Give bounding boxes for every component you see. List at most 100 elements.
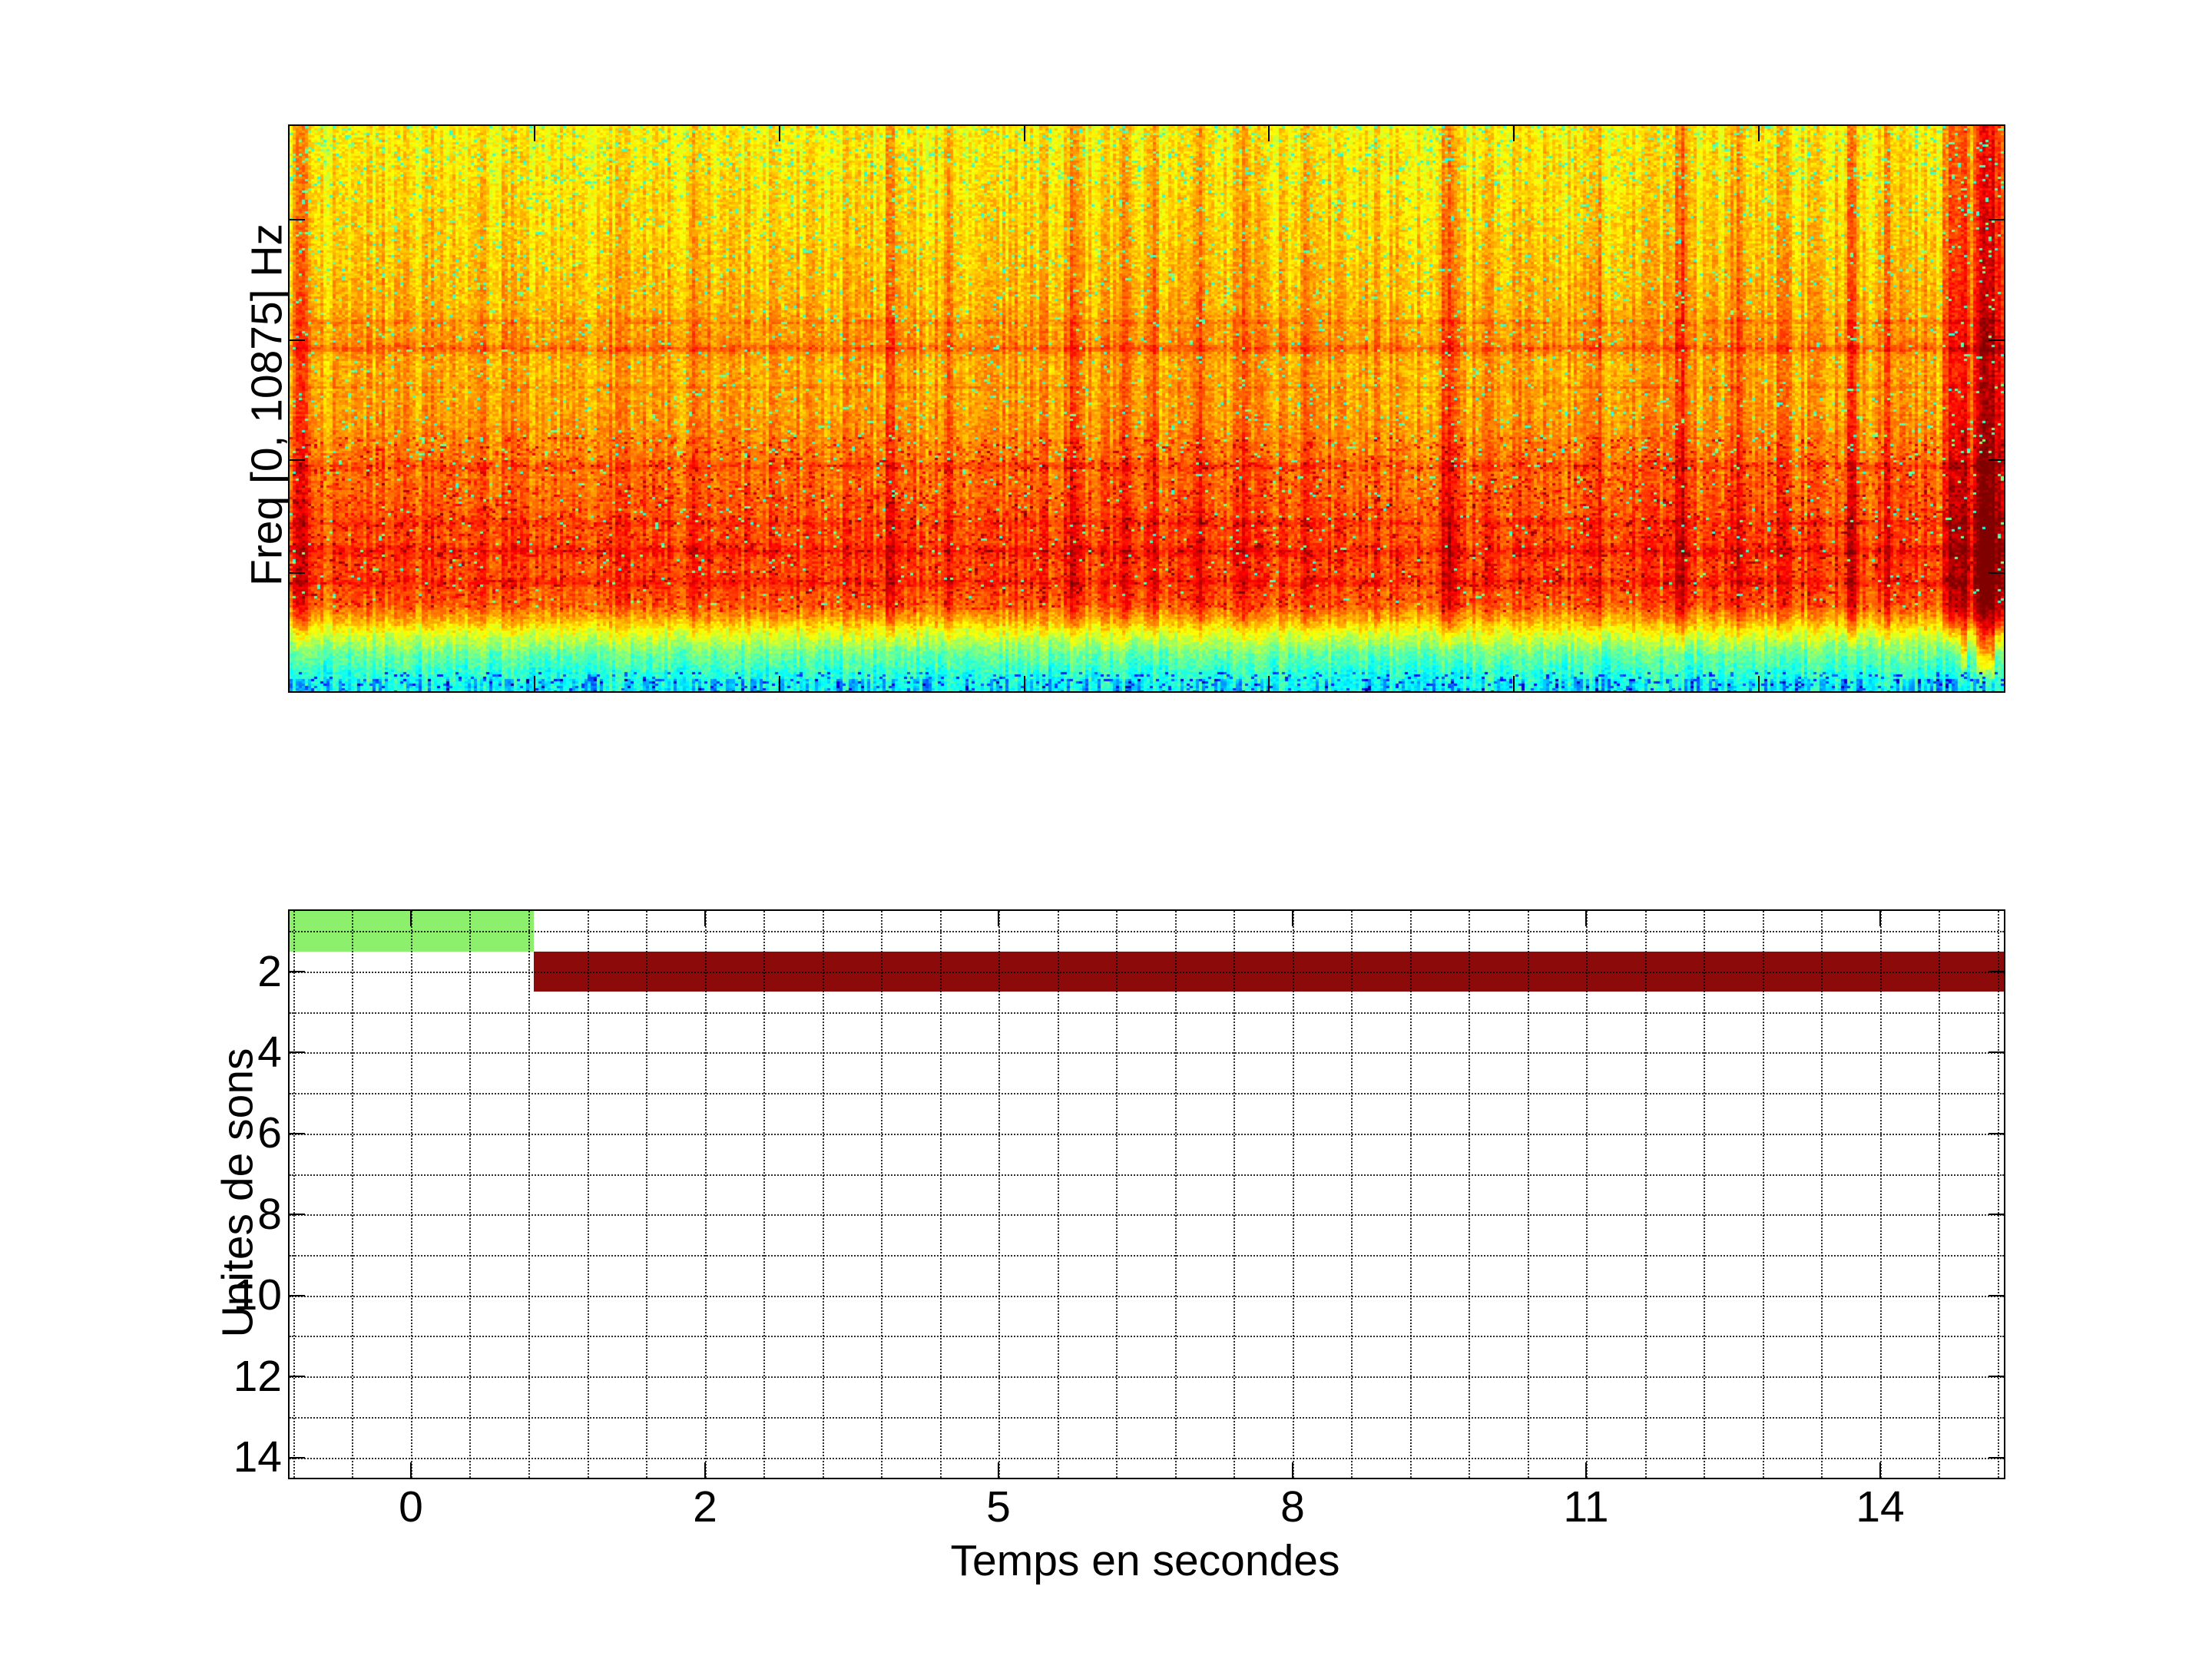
grid-line-horizontal (290, 1133, 2004, 1135)
grid-line-vertical (469, 911, 472, 1478)
grid-line-horizontal (290, 1376, 2004, 1379)
x-tick-mark (1513, 676, 1515, 691)
y-tick-mark (290, 1456, 305, 1459)
grid-line-vertical (1057, 911, 1059, 1478)
x-tick-mark (1879, 911, 1881, 926)
x-tick-mark (1268, 126, 1270, 141)
x-tick-mark (410, 911, 412, 926)
grid-line-vertical (352, 911, 354, 1478)
grid-line-vertical (1939, 911, 1941, 1478)
x-tick-mark (998, 1462, 999, 1478)
grid-line-horizontal (290, 972, 2004, 974)
x-tick-mark (410, 1462, 412, 1478)
x-tick-mark (1585, 911, 1587, 926)
x-tick-mark (1758, 126, 1760, 141)
x-tick-mark (1292, 911, 1293, 926)
grid-line-vertical (1997, 911, 1999, 1478)
x-tick-mark (1513, 126, 1515, 141)
grid-line-vertical (939, 911, 942, 1478)
matlab-figure: Freq [0, 10875] Hz Unites de sons 0 2 5 8 11… (0, 0, 2212, 1659)
x-tick-mark (534, 126, 535, 141)
x-tick-mark (1292, 1462, 1293, 1478)
grid-line-horizontal (290, 1416, 2004, 1419)
grid-line-horizontal (290, 1457, 2004, 1459)
spectrogram-y-axis-label: Freq [0, 10875] Hz (242, 223, 292, 587)
grid-line-vertical (998, 911, 1001, 1478)
grid-line-vertical (763, 911, 766, 1478)
grid-line-vertical (1351, 911, 1353, 1478)
x-tick-label: 2 (693, 1482, 717, 1532)
units-plot (288, 909, 2005, 1479)
x-tick-mark (704, 911, 706, 926)
grid-line-vertical (1879, 911, 1882, 1478)
grid-line-vertical (1704, 911, 1706, 1478)
y-tick-mark (290, 459, 305, 461)
x-tick-mark (998, 911, 999, 926)
units-x-axis-label: Temps en secondes (950, 1536, 1340, 1585)
grid-line-vertical (1586, 911, 1588, 1478)
spectrogram-canvas (290, 126, 2004, 691)
x-tick-mark (1758, 676, 1760, 691)
spectrogram-plot (288, 124, 2005, 693)
x-tick-mark (1024, 676, 1025, 691)
x-tick-mark (779, 676, 780, 691)
y-tick-mark (290, 219, 305, 220)
y-tick-label: 2 (257, 946, 282, 996)
y-tick-mark (1988, 1294, 2004, 1296)
y-tick-label: 6 (257, 1108, 282, 1158)
y-tick-mark (290, 1294, 305, 1296)
y-tick-mark (290, 971, 305, 973)
grid-line-vertical (1233, 911, 1236, 1478)
y-tick-mark (290, 572, 305, 574)
y-tick-mark (1988, 459, 2004, 461)
y-tick-mark (290, 1132, 305, 1134)
grid-line-horizontal (290, 1052, 2004, 1055)
grid-line-vertical (1409, 911, 1412, 1478)
x-tick-mark (1879, 1462, 1881, 1478)
grid-line-vertical (587, 911, 589, 1478)
x-tick-label: 14 (1856, 1482, 1905, 1532)
y-tick-mark (1988, 1376, 2004, 1378)
x-tick-label: 5 (986, 1482, 1011, 1532)
x-tick-mark (534, 676, 535, 691)
y-tick-mark (1988, 339, 2004, 341)
grid-line-horizontal (290, 1012, 2004, 1014)
grid-line-vertical (881, 911, 883, 1478)
x-tick-mark (1585, 1462, 1587, 1478)
y-tick-label: 12 (233, 1351, 282, 1401)
grid-line-horizontal (290, 1295, 2004, 1297)
grid-line-vertical (1116, 911, 1118, 1478)
y-tick-mark (290, 339, 305, 341)
grid-line-vertical (1821, 911, 1823, 1478)
y-tick-mark (1988, 572, 2004, 574)
y-tick-mark (290, 1214, 305, 1216)
x-tick-mark (779, 126, 780, 141)
y-tick-label: 10 (233, 1270, 282, 1320)
grid-line-vertical (1292, 911, 1294, 1478)
x-tick-mark (1268, 676, 1270, 691)
grid-line-vertical (1527, 911, 1529, 1478)
y-tick-label: 14 (233, 1432, 282, 1482)
grid-line-vertical (293, 911, 295, 1478)
x-tick-label: 11 (1563, 1482, 1609, 1532)
y-tick-mark (1988, 1051, 2004, 1054)
grid-line-vertical (1644, 911, 1647, 1478)
grid-line-horizontal (290, 1214, 2004, 1217)
y-tick-mark (1988, 971, 2004, 973)
y-tick-mark (1988, 1214, 2004, 1216)
grid-line-horizontal (290, 1174, 2004, 1176)
y-tick-mark (1988, 1132, 2004, 1134)
x-tick-label: 8 (1280, 1482, 1305, 1532)
grid-line-vertical (528, 911, 530, 1478)
y-tick-label: 8 (257, 1189, 282, 1239)
grid-line-vertical (1174, 911, 1177, 1478)
grid-line-vertical (704, 911, 707, 1478)
grid-line-vertical (410, 911, 412, 1478)
grid-line-vertical (646, 911, 648, 1478)
grid-line-horizontal (290, 931, 2004, 933)
grid-line-horizontal (290, 1336, 2004, 1338)
y-tick-mark (1988, 219, 2004, 220)
y-tick-mark (290, 1376, 305, 1378)
grid-line-vertical (822, 911, 824, 1478)
y-tick-mark (290, 1051, 305, 1054)
